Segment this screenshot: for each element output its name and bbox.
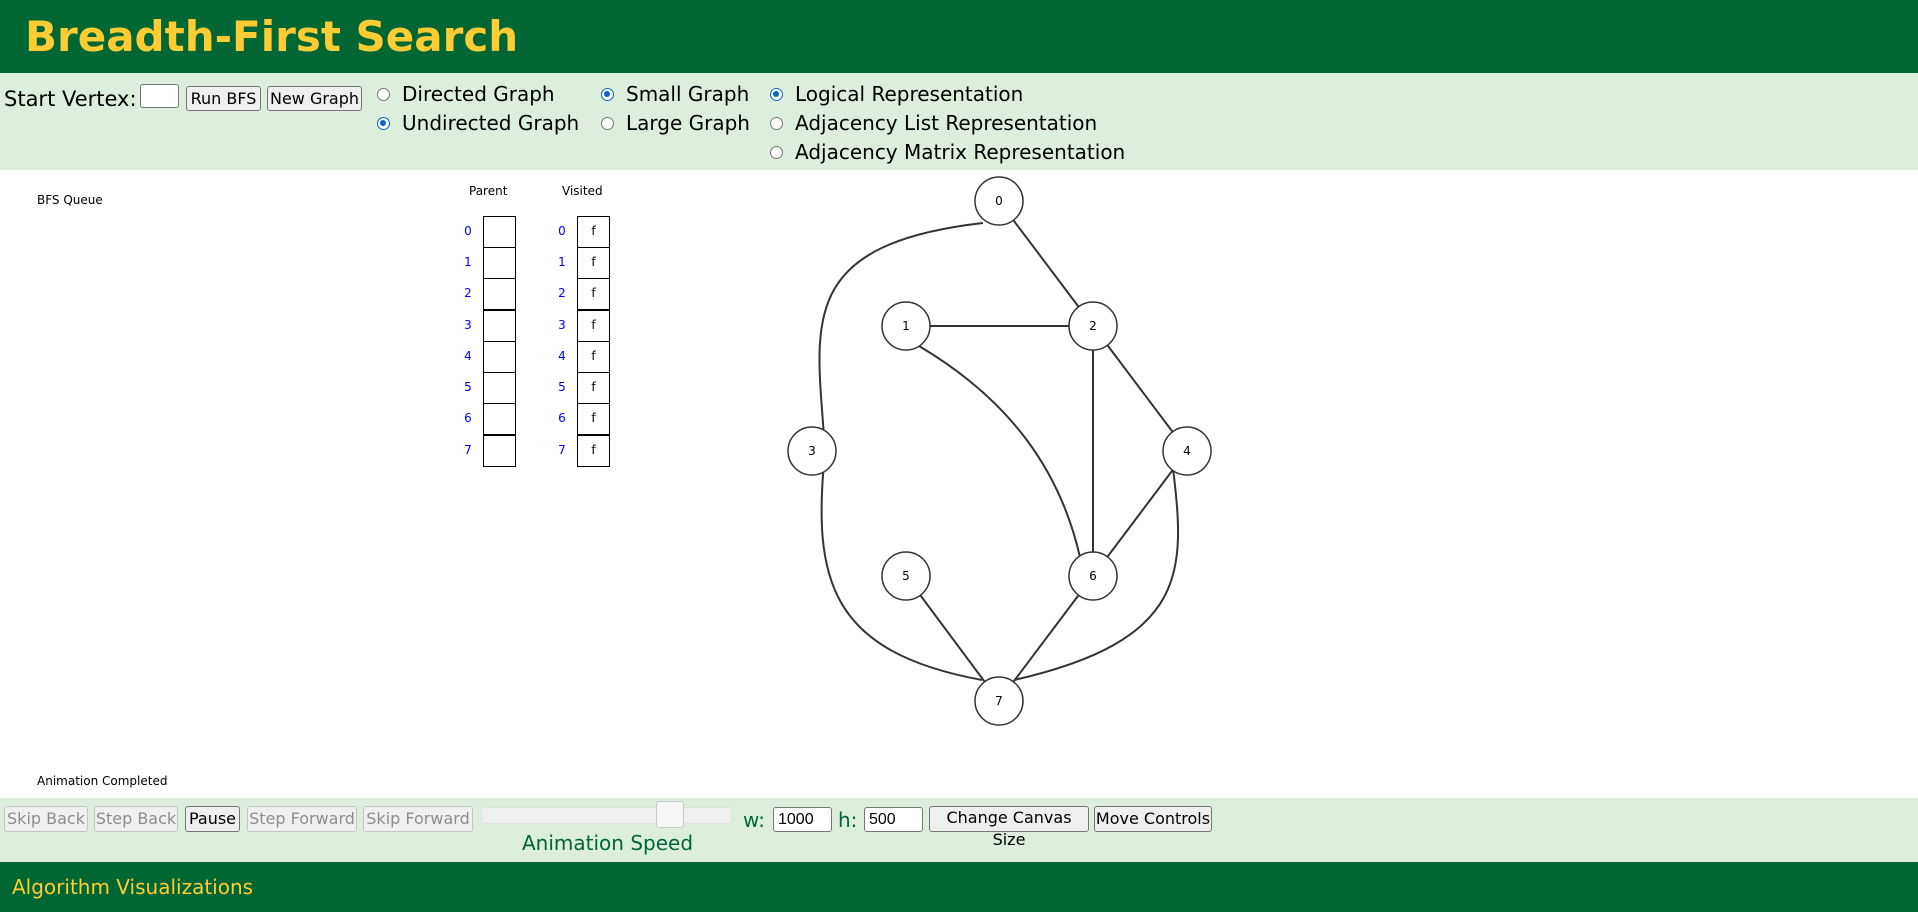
vertex-7: 7 [974, 676, 1024, 726]
vertex-label: 0 [995, 194, 1003, 208]
height-label: h: [838, 808, 858, 832]
canvas-height-input[interactable] [864, 807, 923, 832]
step-back-button[interactable]: Step Back [94, 806, 178, 832]
vertex-label: 4 [1183, 444, 1191, 458]
animation-speed-label: Animation Speed [522, 831, 694, 855]
animation-speed-slider[interactable] [481, 807, 732, 824]
vertex-0: 0 [974, 176, 1024, 226]
edge-1-6 [918, 345, 1081, 558]
vertex-5: 5 [881, 551, 931, 601]
vertex-label: 7 [995, 694, 1003, 708]
canvas-width-input[interactable] [773, 807, 832, 832]
vertex-4: 4 [1162, 426, 1212, 476]
vertex-label: 1 [902, 319, 910, 333]
step-forward-button[interactable]: Step Forward [247, 806, 357, 832]
graph-canvas: 0 1 2 3 4 5 6 7 [787, 176, 1212, 726]
vertex-1: 1 [881, 301, 931, 351]
skip-back-button[interactable]: Skip Back [4, 806, 88, 832]
width-label: w: [743, 808, 766, 832]
vertex-label: 5 [902, 569, 910, 583]
change-canvas-size-button[interactable]: Change Canvas Size [929, 806, 1089, 849]
page-footer: Algorithm Visualizations [0, 862, 1918, 912]
vertex-6: 6 [1068, 551, 1118, 601]
vertex-label: 3 [808, 444, 816, 458]
vertex-label: 6 [1089, 569, 1097, 583]
vertex-2: 2 [1068, 301, 1118, 351]
slider-thumb[interactable] [656, 801, 684, 828]
skip-forward-button[interactable]: Skip Forward [363, 806, 473, 832]
footer-link[interactable]: Algorithm Visualizations [12, 875, 253, 899]
vertex-label: 2 [1089, 319, 1097, 333]
pause-button[interactable]: Pause [185, 806, 240, 832]
vertex-3: 3 [787, 426, 837, 476]
move-controls-button[interactable]: Move Controls [1094, 806, 1212, 832]
